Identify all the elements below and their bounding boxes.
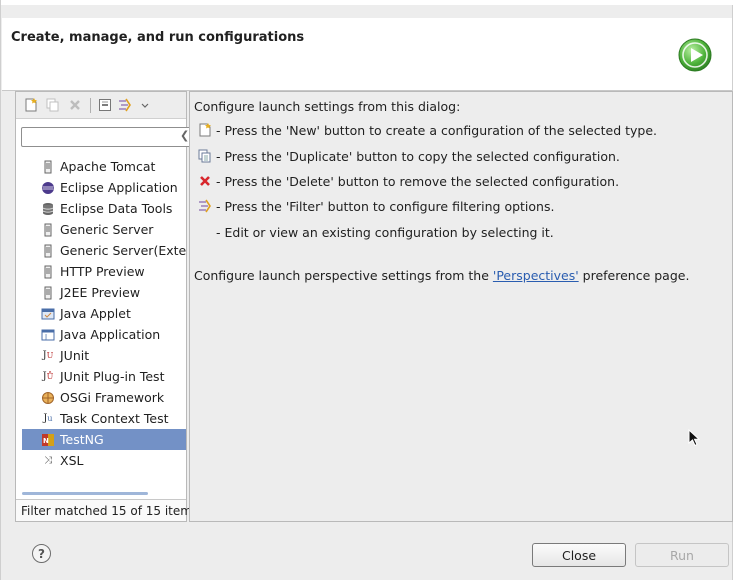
svg-text:N: N bbox=[43, 437, 49, 445]
server-icon bbox=[44, 223, 52, 236]
filter-status-bar: Filter matched 15 of 15 items bbox=[16, 499, 198, 521]
new-config-icon[interactable] bbox=[24, 98, 38, 112]
tree-item-label: Java Application bbox=[60, 327, 161, 342]
collapse-all-icon[interactable] bbox=[98, 98, 112, 112]
tree-item-java-application[interactable]: J Java Application bbox=[22, 324, 186, 345]
dialog-header: Create, manage, and run configurations bbox=[2, 18, 732, 91]
close-button[interactable]: Close bbox=[532, 543, 626, 567]
tree-item-label: TestNG bbox=[60, 432, 104, 447]
tree-item-label: JUnit Plug-in Test bbox=[60, 369, 165, 384]
eclipse-icon bbox=[42, 181, 54, 194]
run-button[interactable]: Run bbox=[635, 543, 729, 567]
tree-item-j2ee-preview[interactable]: J2EE Preview bbox=[22, 282, 186, 303]
help-row-filter: - Press the 'Filter' button to configure… bbox=[198, 197, 554, 215]
filter-icon bbox=[199, 199, 211, 213]
server-icon bbox=[44, 265, 52, 278]
help-row-text: - Press the 'Delete' button to remove th… bbox=[216, 173, 620, 189]
help-button[interactable]: ? bbox=[32, 544, 51, 563]
filter-input[interactable] bbox=[21, 127, 193, 147]
server-icon bbox=[44, 160, 52, 173]
run-icon bbox=[678, 38, 712, 72]
dialog-title: Create, manage, and run configurations bbox=[11, 30, 305, 45]
tree-item-label: JUnit bbox=[60, 348, 90, 363]
clear-filter-icon[interactable]: ❮ bbox=[180, 129, 189, 142]
help-row-edit: - Edit or view an existing configuration… bbox=[198, 223, 554, 241]
tree-item-label: J2EE Preview bbox=[60, 285, 141, 300]
applet-icon bbox=[41, 308, 55, 319]
filter-status-text: Filter matched 15 of 15 items bbox=[21, 504, 199, 518]
help-intro: Configure launch settings from this dial… bbox=[194, 99, 461, 114]
dialog-button-bar: ? Close Run bbox=[1, 525, 733, 580]
delete-icon[interactable] bbox=[68, 98, 82, 112]
perspective-prefix: Configure launch perspective settings fr… bbox=[194, 268, 493, 283]
junit-plugin-icon: JŮ bbox=[42, 371, 54, 382]
top-rule bbox=[1, 0, 733, 5]
perspective-settings-line: Configure launch perspective settings fr… bbox=[194, 268, 689, 283]
help-row-text: - Press the 'Duplicate' button to copy t… bbox=[216, 148, 620, 164]
view-menu-icon[interactable] bbox=[140, 98, 150, 112]
tree-item-label: Apache Tomcat bbox=[60, 159, 156, 174]
server-icon bbox=[44, 244, 52, 257]
launch-configurations-dialog: Create, manage, and run configurations ❮… bbox=[0, 0, 733, 580]
tree-item-label: Eclipse Data Tools bbox=[60, 201, 173, 216]
help-panel: Configure launch settings from this dial… bbox=[189, 91, 733, 522]
mouse-cursor-icon bbox=[688, 429, 700, 447]
tree-item-generic-server[interactable]: Generic Server bbox=[22, 219, 186, 240]
tree-item-eclipse-data-tools[interactable]: Eclipse Data Tools bbox=[22, 198, 186, 219]
tree-item-testng[interactable]: N TestNG bbox=[22, 429, 186, 450]
duplicate-icon bbox=[198, 149, 211, 163]
tree-item-label: Java Applet bbox=[60, 306, 131, 321]
perspective-suffix: preference page. bbox=[578, 268, 690, 283]
osgi-icon bbox=[42, 391, 54, 404]
java-app-icon: J bbox=[41, 329, 55, 341]
testng-icon: N bbox=[42, 433, 54, 446]
tree-item-task-context-test[interactable]: Ju Task Context Test bbox=[22, 408, 186, 429]
tree-item-java-applet[interactable]: Java Applet bbox=[22, 303, 186, 324]
tree-toolbar bbox=[16, 92, 186, 119]
tree-item-eclipse-application[interactable]: Eclipse Application bbox=[22, 177, 186, 198]
help-row-text: - Press the 'Filter' button to configure… bbox=[216, 198, 555, 214]
xsl-icon: ⤨ bbox=[44, 455, 52, 466]
tree-item-label: HTTP Preview bbox=[60, 264, 145, 279]
tree-item-apache-tomcat[interactable]: Apache Tomcat bbox=[22, 156, 186, 177]
help-row-text: - Edit or view an existing configuration… bbox=[216, 224, 554, 240]
help-row-duplicate: - Press the 'Duplicate' button to copy t… bbox=[198, 147, 620, 165]
tree-item-http-preview[interactable]: HTTP Preview bbox=[22, 261, 186, 282]
tree-item-label: Generic Server(External Launch) bbox=[60, 243, 186, 258]
tree-item-osgi-framework[interactable]: OSGi Framework bbox=[22, 387, 186, 408]
server-icon bbox=[44, 286, 52, 299]
task-context-icon: Ju bbox=[43, 413, 53, 424]
tree-item-generic-server-external[interactable]: Generic Server(External Launch) bbox=[22, 240, 186, 261]
tree-item-junit[interactable]: JU JUnit bbox=[22, 345, 186, 366]
tree-item-label: Generic Server bbox=[60, 222, 154, 237]
tree-item-label: XSL bbox=[60, 453, 84, 468]
help-row-delete: - Press the 'Delete' button to remove th… bbox=[198, 172, 619, 190]
tree-item-label: Eclipse Application bbox=[60, 180, 178, 195]
tree-item-junit-plugin-test[interactable]: JŮ JUnit Plug-in Test bbox=[22, 366, 186, 387]
tree-item-label: Task Context Test bbox=[60, 411, 169, 426]
new-config-icon bbox=[199, 123, 211, 137]
help-row-new: - Press the 'New' button to create a con… bbox=[198, 121, 657, 139]
configuration-tree-panel: ❮ Apache Tomcat Eclipse Application Ecli… bbox=[15, 91, 198, 522]
database-icon bbox=[42, 202, 54, 215]
filter-icon[interactable] bbox=[118, 98, 132, 112]
blank-icon bbox=[198, 225, 212, 239]
delete-icon bbox=[200, 176, 210, 186]
horizontal-scrollbar[interactable] bbox=[22, 492, 148, 495]
perspectives-link[interactable]: 'Perspectives' bbox=[493, 268, 579, 283]
junit-icon: JU bbox=[42, 350, 54, 361]
tree-item-label: OSGi Framework bbox=[60, 390, 165, 405]
tree-item-xsl[interactable]: ⤨ XSL bbox=[22, 450, 186, 471]
duplicate-icon[interactable] bbox=[46, 98, 60, 112]
help-row-text: - Press the 'New' button to create a con… bbox=[216, 122, 657, 138]
svg-text:J: J bbox=[44, 333, 47, 341]
toolbar-separator bbox=[90, 98, 91, 113]
